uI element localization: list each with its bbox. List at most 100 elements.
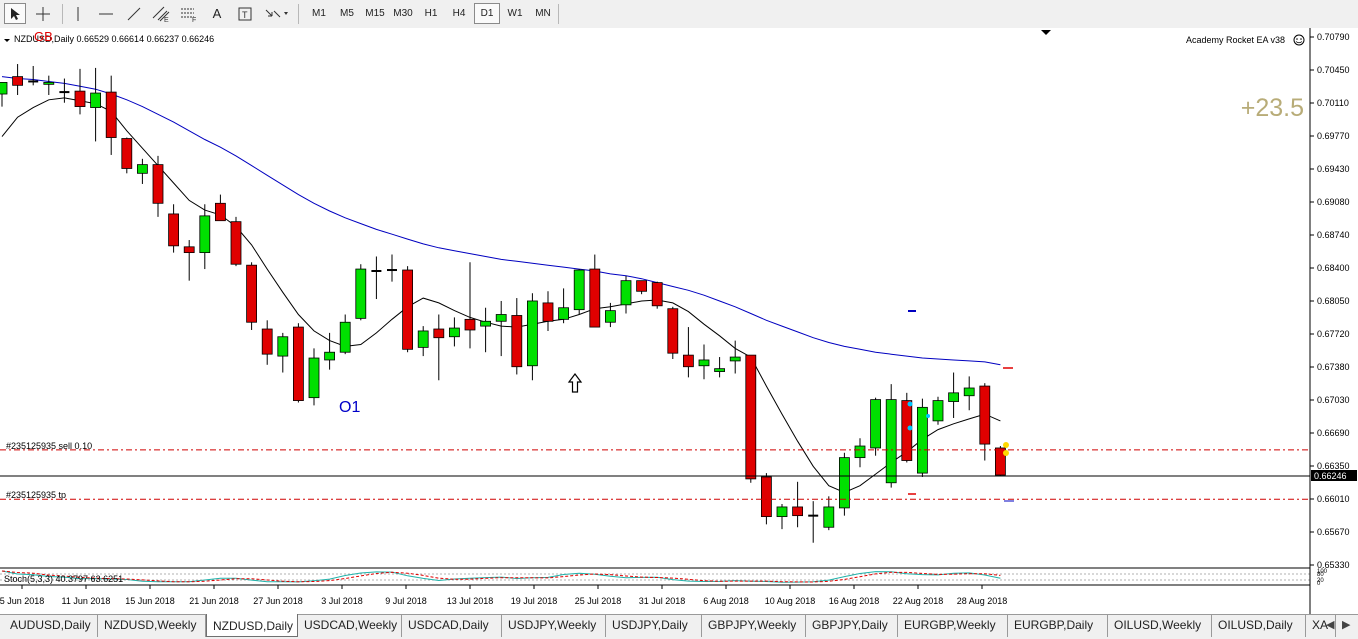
- tab-usdcad-weekly[interactable]: USDCAD,Weekly: [298, 615, 402, 637]
- tab-usdjpy-weekly[interactable]: USDJPY,Weekly: [502, 615, 606, 637]
- tab-oilusd-weekly[interactable]: OILUSD,Weekly: [1108, 615, 1212, 637]
- candle-body: [105, 91, 117, 138]
- arrows-dropdown-icon[interactable]: [262, 3, 292, 24]
- candle-body: [464, 318, 476, 331]
- candle-body: [324, 351, 336, 361]
- trade-arrow-marker: [907, 425, 913, 431]
- tab-nzdusd-daily[interactable]: NZDUSD,Daily: [206, 614, 298, 637]
- date-tick-label: 31 Jul 2018: [639, 596, 686, 606]
- price-tick-label: 0.70450: [1317, 65, 1350, 75]
- candle-body: [168, 213, 180, 247]
- price-tick-label: 0.66690: [1317, 428, 1350, 438]
- candle: [839, 452, 850, 516]
- tabs-right-icon[interactable]: ▶: [1342, 618, 1350, 631]
- tab-usdcad-daily[interactable]: USDCAD,Daily: [402, 615, 502, 637]
- candle-body: [308, 357, 320, 399]
- chart-window[interactable]: 0.70790 0.70450 0.70110 0.69770 0.69430 0.690…: [0, 28, 1358, 614]
- date-tick-label: 27 Jun 2018: [253, 596, 303, 606]
- timeframe-h4[interactable]: H4: [446, 3, 472, 24]
- date-tick-label: 25 Jul 2018: [575, 596, 622, 606]
- candle-body: [511, 315, 523, 368]
- candle-body: [183, 246, 195, 254]
- candle-body: [277, 336, 289, 357]
- timeframe-h1[interactable]: H1: [418, 3, 444, 24]
- candle: [932, 396, 944, 425]
- tab-xa[interactable]: XA: [1306, 615, 1336, 637]
- candle-body: [761, 476, 772, 518]
- candle-body: [90, 92, 101, 108]
- candle-body: [776, 506, 788, 518]
- candle: [292, 323, 304, 403]
- text-tool-icon[interactable]: A: [208, 3, 226, 24]
- price-tick-label: 0.67380: [1317, 362, 1350, 372]
- date-tick-label: 15 Jun 2018: [125, 596, 175, 606]
- svg-text:T: T: [242, 10, 248, 20]
- tab-usdjpy-daily[interactable]: USDJPY,Daily: [606, 615, 702, 637]
- candle: [917, 398, 928, 477]
- candle-body: [12, 76, 24, 86]
- candle: [651, 281, 663, 309]
- candle-body: [542, 302, 554, 322]
- tab-nzdusd-weekly[interactable]: NZDUSD,Weekly: [98, 615, 206, 637]
- candle-body: [683, 354, 694, 368]
- date-tick-label: 21 Jun 2018: [189, 596, 239, 606]
- cursor-icon[interactable]: [4, 3, 26, 24]
- candle-body: [948, 392, 959, 402]
- candle-body: [839, 457, 850, 509]
- candle-body: [480, 320, 492, 327]
- candle-body: [0, 82, 8, 95]
- candle-body: [495, 314, 507, 322]
- crosshair-icon[interactable]: [32, 3, 54, 24]
- candle-body: [901, 400, 913, 461]
- equidistant-channel-icon[interactable]: E: [150, 3, 172, 24]
- vertical-line-icon[interactable]: [68, 3, 88, 24]
- timeframe-m15[interactable]: M15: [362, 3, 388, 24]
- candle-body: [885, 399, 897, 484]
- timeframe-m30[interactable]: M30: [390, 3, 416, 24]
- price-tick-label: 0.69430: [1317, 164, 1350, 174]
- ea-label: Academy Rocket EA v38: [1186, 35, 1285, 45]
- candle-body: [854, 445, 866, 459]
- candle: [355, 264, 367, 321]
- candle-body: [932, 400, 944, 422]
- tab-eurgbp-weekly[interactable]: EURGBP,Weekly: [898, 615, 1008, 637]
- tab-gbpjpy-weekly[interactable]: GBPJPY,Weekly: [702, 615, 806, 637]
- date-tick-label: 19 Jul 2018: [511, 596, 558, 606]
- trade-arrow-marker: [907, 401, 913, 407]
- candle-body: [667, 308, 679, 354]
- timeframe-m1[interactable]: M1: [306, 3, 332, 24]
- sell-arrow-marker: [1003, 450, 1009, 456]
- candle-body: [729, 356, 741, 362]
- date-tick-label: 3 Jul 2018: [321, 596, 363, 606]
- candle-body: [199, 215, 211, 254]
- timeframe-m5[interactable]: M5: [334, 3, 360, 24]
- tab-audusd-daily[interactable]: AUDUSD,Daily: [4, 615, 98, 637]
- candle-body: [152, 164, 164, 204]
- candle-body: [261, 328, 273, 355]
- date-tick-label: 9 Jul 2018: [385, 596, 427, 606]
- candle-body: [339, 321, 351, 353]
- trendline-icon[interactable]: [124, 3, 144, 24]
- candle-body: [573, 269, 585, 311]
- timeframe-d1[interactable]: D1: [474, 3, 500, 24]
- candle-body: [292, 326, 304, 401]
- timeframe-mn[interactable]: MN: [530, 3, 556, 24]
- candle-body: [963, 387, 975, 397]
- timeframe-w1[interactable]: W1: [502, 3, 528, 24]
- candle: [573, 269, 585, 315]
- tab-oilusd-daily[interactable]: OILUSD,Daily: [1212, 615, 1306, 637]
- price-tick-label: 0.68050: [1317, 296, 1350, 306]
- candle-body: [527, 300, 538, 367]
- date-tick-label: 13 Jul 2018: [447, 596, 494, 606]
- sell-order-label: #235125935 sell 0.10: [6, 441, 92, 451]
- text-label-icon[interactable]: T: [236, 3, 254, 24]
- toolbar: E F A T M1 M5 M15 M30 H1 H4 D1 W1 MN: [0, 0, 1358, 29]
- tab-eurgbp-daily[interactable]: EURGBP,Daily: [1008, 615, 1108, 637]
- candle-body: [698, 359, 710, 367]
- candle: [870, 397, 881, 456]
- horizontal-line-icon[interactable]: [96, 3, 116, 24]
- candle: [745, 354, 757, 483]
- fibonacci-icon[interactable]: F: [178, 3, 200, 24]
- tab-gbpjpy-daily[interactable]: GBPJPY,Daily: [806, 615, 898, 637]
- candle-body: [823, 506, 835, 528]
